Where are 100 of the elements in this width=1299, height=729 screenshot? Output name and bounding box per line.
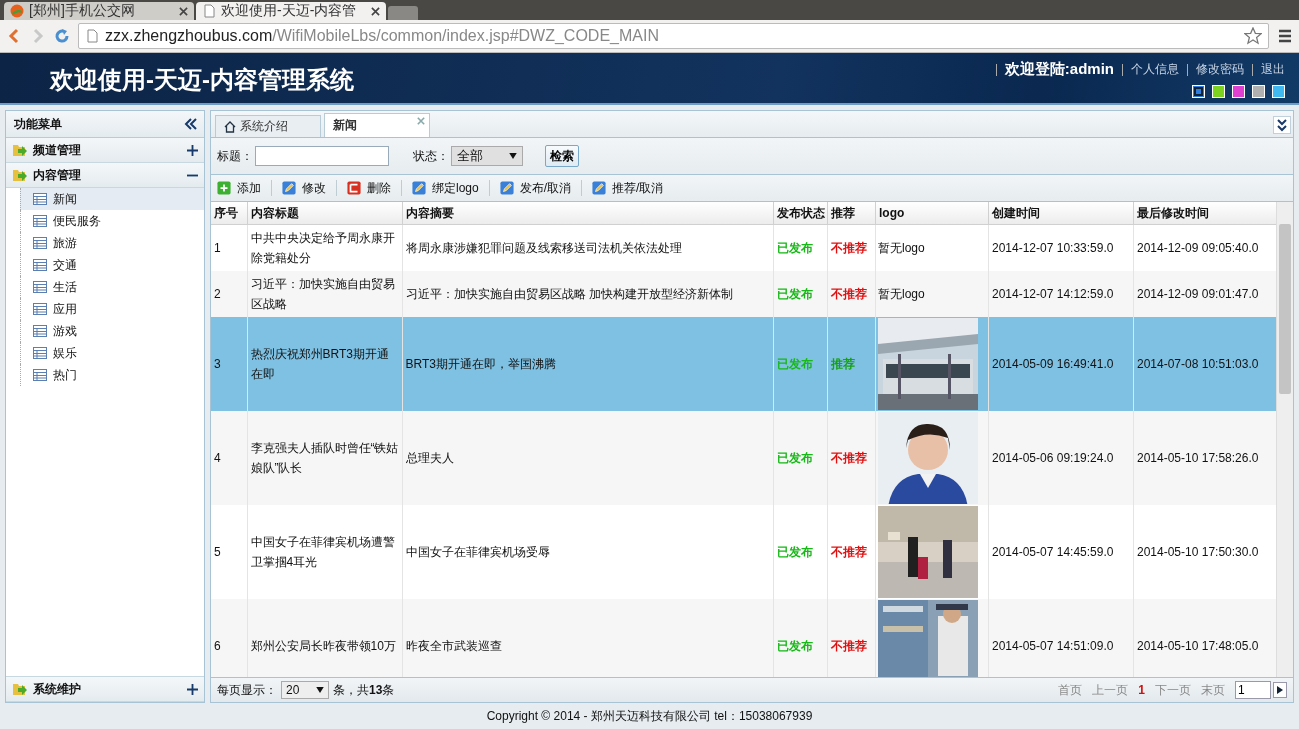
- menu-item[interactable]: 新闻: [20, 188, 204, 210]
- column-header[interactable]: logo: [875, 202, 989, 225]
- table-icon: [33, 303, 47, 315]
- toolbar-button[interactable]: 绑定logo: [412, 179, 479, 197]
- column-header[interactable]: 最后修改时间: [1133, 202, 1279, 225]
- welcome-text: 欢迎登陆:admin: [1004, 60, 1114, 79]
- expand-icon[interactable]: [187, 683, 198, 695]
- browser-tab[interactable]: 欢迎使用-天迈-内容管: [196, 2, 386, 20]
- table-cell: 已发布: [773, 599, 828, 677]
- table-cell: 2014-12-07 14:12:59.0: [988, 271, 1134, 317]
- menu-item[interactable]: 热门: [20, 364, 204, 386]
- table-cell: 总理夫人: [402, 411, 774, 505]
- edit-icon: [282, 181, 296, 195]
- menu-section[interactable]: 内容管理: [6, 163, 204, 188]
- table-cell: 推荐: [827, 317, 876, 411]
- header-link[interactable]: 修改密码: [1196, 61, 1244, 78]
- column-header[interactable]: 序号: [211, 202, 247, 225]
- field-label: 状态：: [413, 147, 449, 165]
- toolbar-button[interactable]: 发布/取消: [499, 179, 572, 197]
- table-cell: 昨夜全市武装巡查: [402, 599, 774, 677]
- address-bar[interactable]: zzx.zhengzhoubus.com/WifiMobileLbs/common/index.jsp#DWZ_CODE_MAIN: [78, 23, 1269, 49]
- theme-swatch[interactable]: [1252, 85, 1265, 98]
- table-cell: 已发布: [773, 317, 828, 411]
- field-label: 标题：: [217, 147, 253, 165]
- toolbar-button[interactable]: 添加: [217, 179, 261, 197]
- folder-icon: [12, 142, 28, 158]
- page-tab[interactable]: 新闻: [324, 113, 430, 137]
- table-cell: 不推荐: [827, 599, 876, 677]
- browser-tab[interactable]: [郑州]手机公交网: [4, 2, 194, 20]
- caret-icon: [316, 687, 324, 693]
- theme-swatch[interactable]: [1272, 85, 1285, 98]
- edit-icon: [412, 181, 426, 195]
- column-header[interactable]: 内容摘要: [402, 202, 774, 225]
- table-cell: 习近平：加快实施自由贸易区战略 加快构建开放型经济新体制: [402, 271, 774, 317]
- table-icon: [33, 325, 47, 337]
- page-input-field[interactable]: 1: [1235, 681, 1271, 699]
- table-cell: 2014-05-07 14:51:09.0: [988, 599, 1134, 677]
- caret-icon: [509, 153, 517, 159]
- menu-section[interactable]: 频道管理: [6, 138, 204, 163]
- table-cell: 郑州公安局长昨夜带领10万: [247, 599, 402, 677]
- go-button[interactable]: [1273, 682, 1287, 698]
- table-icon: [33, 369, 47, 381]
- search-button[interactable]: 检索: [545, 145, 579, 167]
- table-cell: 暂无logo: [878, 241, 925, 255]
- toolbar-button[interactable]: 修改: [282, 179, 326, 197]
- table-cell: 4: [211, 411, 247, 505]
- scrollbar[interactable]: [1276, 202, 1293, 677]
- menu-item[interactable]: 交通: [20, 254, 204, 276]
- expand-icon[interactable]: [187, 144, 198, 156]
- close-icon[interactable]: [371, 6, 380, 16]
- star-icon[interactable]: [1244, 27, 1262, 45]
- page-tab[interactable]: 系统介绍: [215, 115, 321, 137]
- folder-icon: [12, 167, 28, 183]
- toolbar-button[interactable]: 推荐/取消: [592, 179, 664, 197]
- collapse-icon[interactable]: [184, 118, 198, 130]
- theme-swatch[interactable]: [1212, 85, 1225, 98]
- chevron-down-icon[interactable]: [1273, 116, 1291, 134]
- reload-icon[interactable]: [54, 28, 70, 44]
- page-size-dropdown[interactable]: 20: [281, 681, 329, 699]
- theme-swatch[interactable]: [1232, 85, 1245, 98]
- status-dropdown[interactable]: 全部: [451, 146, 523, 166]
- folder-icon: [12, 681, 28, 697]
- toolbar-button[interactable]: 删除: [347, 179, 391, 197]
- header-link[interactable]: 个人信息: [1131, 61, 1179, 78]
- table-cell: 不推荐: [827, 411, 876, 505]
- close-icon[interactable]: [179, 6, 188, 16]
- table-icon: [33, 215, 47, 227]
- table-cell: 已发布: [773, 271, 828, 317]
- column-header[interactable]: 内容标题: [247, 202, 402, 225]
- title-input-field[interactable]: [255, 146, 389, 166]
- home-icon: [224, 120, 236, 133]
- page-size-label: 每页显示：: [217, 681, 277, 699]
- menu-item[interactable]: 应用: [20, 298, 204, 320]
- table-cell: 已发布: [773, 411, 828, 505]
- table-cell: 3: [211, 317, 247, 411]
- app-title: 欢迎使用-天迈-内容管理系统: [50, 65, 354, 95]
- total-count: 条，共13条: [333, 681, 395, 699]
- column-header[interactable]: 发布状态: [773, 202, 828, 225]
- header-link[interactable]: 退出: [1261, 61, 1285, 78]
- menu-icon[interactable]: [1277, 28, 1293, 44]
- menu-item[interactable]: 旅游: [20, 232, 204, 254]
- menu-item[interactable]: 娱乐: [20, 342, 204, 364]
- sidebar-title: 功能菜单: [14, 115, 62, 133]
- table-cell: 2014-07-08 10:51:03.0: [1133, 317, 1279, 411]
- menu-section[interactable]: 系统维护: [6, 676, 204, 702]
- column-header[interactable]: 创建时间: [988, 202, 1134, 225]
- menu-item[interactable]: 游戏: [20, 320, 204, 342]
- table-cell: 习近平：加快实施自由贸易区战略: [247, 271, 402, 317]
- table-cell: 2014-05-10 17:48:05.0: [1133, 599, 1279, 677]
- table-icon: [33, 259, 47, 271]
- page-icon: [85, 29, 99, 43]
- table-cell: 不推荐: [827, 271, 876, 317]
- theme-swatch[interactable]: [1192, 85, 1205, 98]
- table-cell: 2014-12-09 09:01:47.0: [1133, 271, 1279, 317]
- page-icon: [202, 4, 216, 18]
- menu-item[interactable]: 便民服务: [20, 210, 204, 232]
- column-header[interactable]: 推荐: [827, 202, 876, 225]
- table-cell: 2014-05-06 09:19:24.0: [988, 411, 1134, 505]
- menu-item[interactable]: 生活: [20, 276, 204, 298]
- current-page: 1: [1138, 683, 1145, 697]
